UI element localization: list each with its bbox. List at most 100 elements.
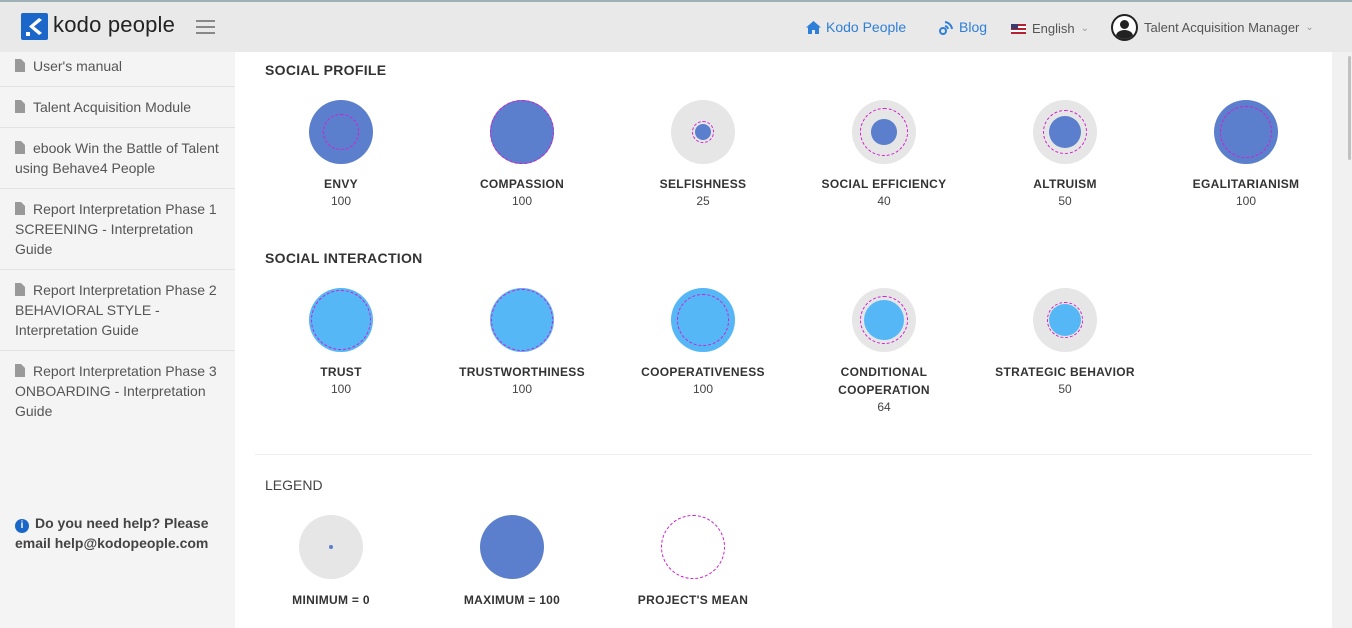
home-icon: [806, 20, 821, 34]
sidebar-item-label: User's manual: [33, 58, 123, 74]
legend-maximum-label: MAXIMUM = 100: [463, 593, 561, 607]
metric-mean-ring: [1220, 106, 1272, 158]
sidebar-item-ebook[interactable]: ebook Win the Battle of Talent using Beh…: [0, 128, 235, 189]
sidebar-item-phase1[interactable]: Report Interpretation Phase 1 SCREENING …: [0, 189, 235, 270]
sidebar-item-label: Report Interpretation Phase 1 SCREENING …: [15, 201, 217, 257]
metric-value: 50: [1058, 382, 1072, 396]
metric-background-circle: [309, 100, 373, 164]
metric-mean-ring: [691, 120, 715, 144]
metric-background-circle: [671, 100, 735, 164]
nav-blog-link[interactable]: Blog: [939, 19, 987, 35]
language-label: English: [1032, 21, 1075, 36]
document-icon: [15, 202, 25, 215]
us-flag-icon: [1011, 23, 1026, 34]
help-text: Do you need help? Please email help@kodo…: [15, 515, 209, 551]
metric-envy: ENVY 100: [251, 100, 431, 209]
social-interaction-title: SOCIAL INTERACTION: [265, 250, 423, 266]
metric-background-circle: [1033, 288, 1097, 352]
metric-label: SOCIAL EFFICIENCY: [821, 177, 947, 191]
sidebar-item-label: ebook Win the Battle of Talent using Beh…: [15, 140, 219, 176]
metric-label: COOPERATIVENESS: [641, 365, 765, 379]
user-role-label: Talent Acquisition Manager: [1144, 20, 1300, 35]
nav-kodo-people-link[interactable]: Kodo People: [806, 19, 906, 35]
metric-background-circle: [1214, 100, 1278, 164]
legend-maximum-circle: [480, 515, 544, 579]
metric-selfishness: SELFISHNESS 25: [613, 100, 793, 209]
metric-compassion: COMPASSION 100: [432, 100, 612, 209]
social-profile-title: SOCIAL PROFILE: [265, 62, 387, 78]
sidebar-item-label: Report Interpretation Phase 3 ONBOARDING…: [15, 363, 217, 419]
metric-mean-ring: [490, 100, 554, 164]
metric-conditional-cooperation: CONDITIONAL COOPERATION 64: [794, 288, 974, 415]
metric-mean-ring: [323, 114, 359, 150]
metric-value: 100: [330, 194, 352, 208]
metric-background-circle: [852, 288, 916, 352]
metric-label: STRATEGIC BEHAVIOR: [995, 365, 1135, 379]
chevron-down-icon: ⌄: [1305, 22, 1314, 33]
top-header: kodo people Kodo People Blog English ⌄ T…: [0, 0, 1352, 52]
sidebar-item-phase2[interactable]: Report Interpretation Phase 2 BEHAVIORAL…: [0, 270, 235, 351]
document-icon: [15, 283, 25, 296]
metric-label: EGALITARIANISM: [1192, 177, 1300, 191]
info-icon: i: [15, 519, 29, 533]
metric-mean-ring: [1042, 109, 1088, 155]
metric-background-circle: [1033, 100, 1097, 164]
metric-egalitarianism: EGALITARIANISM 100: [1156, 100, 1336, 209]
metric-value: 64: [877, 400, 891, 414]
metric-label: COMPASSION: [479, 177, 565, 191]
sidebar-item-phase3[interactable]: Report Interpretation Phase 3 ONBOARDING…: [0, 351, 235, 431]
scrollbar-thumb[interactable]: [1348, 56, 1351, 160]
divider: [255, 454, 1312, 455]
metric-label: TRUSTWORTHINESS: [459, 365, 585, 379]
legend-mean-label: PROJECT'S MEAN: [637, 593, 749, 607]
metric-social-efficiency: SOCIAL EFFICIENCY 40: [794, 100, 974, 209]
metric-background-circle: [671, 288, 735, 352]
metric-label: ENVY: [324, 177, 358, 191]
metric-background-circle: [490, 288, 554, 352]
metric-value: 100: [330, 382, 352, 396]
metric-label: ALTRUISM: [1033, 177, 1097, 191]
metric-background-circle: [852, 100, 916, 164]
language-selector[interactable]: English ⌄: [1011, 21, 1089, 36]
menu-toggle-icon[interactable]: [196, 20, 215, 34]
legend-maximum: MAXIMUM = 100: [422, 515, 602, 609]
metric-label: CONDITIONAL COOPERATION: [838, 365, 930, 397]
metric-label: TRUST: [320, 365, 362, 379]
legend-title: LEGEND: [265, 477, 323, 493]
metric-value: 100: [511, 382, 533, 396]
document-icon: [15, 59, 25, 72]
sidebar-item-label: Report Interpretation Phase 2 BEHAVIORAL…: [15, 282, 217, 338]
logo-text[interactable]: kodo people: [53, 12, 175, 38]
metric-value: 50: [1058, 194, 1072, 208]
metric-value: 25: [696, 194, 710, 208]
legend-minimum-dot: [329, 545, 333, 549]
chevron-down-icon: ⌄: [1080, 23, 1090, 34]
help-notice: i Do you need help? Please email help@kod…: [15, 513, 225, 553]
legend-minimum-label: MINIMUM = 0: [292, 593, 370, 607]
nav-kodo-people-label: Kodo People: [826, 19, 907, 35]
legend-project-mean: PROJECT'S MEAN: [603, 515, 783, 609]
metric-label: SELFISHNESS: [659, 177, 747, 191]
avatar-icon: [1111, 14, 1138, 41]
metric-mean-ring: [1047, 302, 1083, 338]
metric-trustworthiness: TRUSTWORTHINESS 100: [432, 288, 612, 397]
legend-minimum: MINIMUM = 0: [241, 515, 421, 609]
sidebar-item-talent-acquisition[interactable]: Talent Acquisition Module: [0, 87, 235, 128]
legend-minimum-circle: [299, 515, 363, 579]
metric-strategic-behavior: STRATEGIC BEHAVIOR 50: [975, 288, 1155, 397]
kodo-logo-icon[interactable]: [21, 13, 48, 40]
metric-value: 40: [877, 194, 891, 208]
blog-icon: [939, 20, 953, 35]
metric-trust: TRUST 100: [251, 288, 431, 397]
metric-mean-ring: [677, 294, 729, 346]
metric-cooperativeness: COOPERATIVENESS 100: [613, 288, 793, 397]
metric-background-circle: [309, 288, 373, 352]
sidebar-item-users-manual[interactable]: User's manual: [0, 52, 235, 87]
user-menu[interactable]: Talent Acquisition Manager ⌄: [1111, 14, 1314, 41]
nav-blog-label: Blog: [959, 19, 988, 35]
document-icon: [15, 141, 25, 154]
metric-value: 100: [1235, 194, 1257, 208]
document-icon: [15, 364, 25, 377]
sidebar-item-label: Talent Acquisition Module: [33, 99, 191, 115]
metric-mean-ring: [860, 108, 908, 156]
